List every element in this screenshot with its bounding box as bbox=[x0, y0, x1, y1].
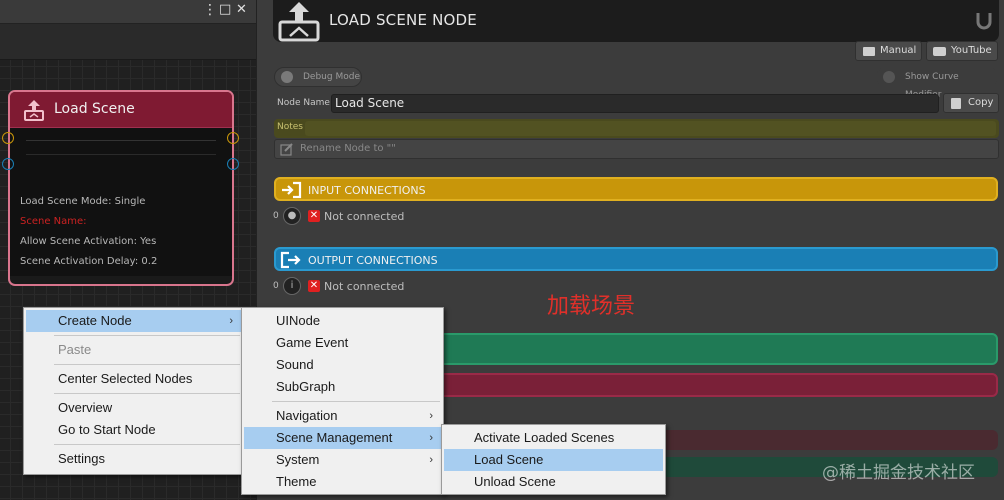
rename-node-placeholder: Rename Node to "" bbox=[300, 143, 396, 154]
submenu-item-load-scene[interactable]: Load Scene bbox=[444, 449, 663, 471]
node-line-delay: Scene Activation Delay: 0.2 bbox=[20, 256, 158, 267]
submenu-item-theme[interactable]: Theme bbox=[244, 471, 441, 493]
menu-separator bbox=[54, 444, 240, 445]
more-options-icon[interactable]: ⋮ bbox=[203, 2, 217, 18]
submenu-item-label: Navigation bbox=[276, 408, 338, 423]
chevron-right-icon: › bbox=[429, 454, 433, 466]
submenu-item-sound[interactable]: Sound bbox=[244, 354, 441, 376]
menu-item-create-node[interactable]: Create Node › bbox=[26, 310, 241, 332]
context-menu: Create Node › Paste Center Selected Nodes… bbox=[23, 307, 244, 475]
rename-node-field[interactable]: Rename Node to "" bbox=[274, 139, 999, 159]
copy-button-label: Copy bbox=[968, 97, 994, 108]
submenu-item-game-event[interactable]: Game Event bbox=[244, 332, 441, 354]
input-connections-section[interactable]: INPUT CONNECTIONS bbox=[274, 177, 998, 201]
create-node-submenu: UINode Game Event Sound SubGraph Navigat… bbox=[241, 307, 444, 495]
output-port-left[interactable] bbox=[2, 158, 14, 170]
menu-item-center-selected[interactable]: Center Selected Nodes bbox=[26, 368, 241, 390]
copy-button[interactable]: Copy bbox=[943, 93, 999, 113]
youtube-button-label: YouTube bbox=[951, 45, 992, 56]
not-connected-x-icon: ✕ bbox=[308, 280, 320, 292]
book-icon bbox=[863, 47, 875, 56]
node-title: Load Scene bbox=[54, 101, 135, 117]
node-header: Load Scene bbox=[10, 92, 232, 128]
toggle-knob bbox=[281, 71, 293, 83]
inspector-title: LOAD SCENE NODE bbox=[329, 11, 477, 29]
watermark-text: @稀土掘金技术社区 bbox=[822, 463, 975, 483]
youtube-icon bbox=[933, 47, 946, 56]
copy-icon bbox=[951, 98, 961, 109]
debug-mode-label: Debug Mode bbox=[303, 72, 360, 82]
edit-icon bbox=[280, 143, 293, 156]
menu-separator bbox=[54, 393, 240, 394]
load-scene-icon bbox=[24, 100, 44, 121]
menu-separator bbox=[54, 335, 240, 336]
not-connected-x-icon: ✕ bbox=[308, 210, 320, 222]
submenu-item-unload-scene[interactable]: Unload Scene bbox=[444, 471, 663, 493]
input-arrow-icon bbox=[282, 181, 302, 199]
close-icon[interactable]: ✕ bbox=[236, 2, 247, 17]
debug-mode-toggle[interactable]: Debug Mode bbox=[274, 67, 362, 87]
node-line-scene-name: Scene Name: bbox=[20, 216, 87, 227]
notes-input[interactable] bbox=[305, 121, 996, 136]
input-port-left[interactable] bbox=[2, 132, 14, 144]
menu-item-label: Create Node bbox=[58, 313, 132, 328]
node-name-label: Node Name bbox=[277, 98, 330, 108]
output-count: 0 bbox=[273, 281, 279, 291]
load-scene-header-icon bbox=[278, 2, 320, 42]
menu-item-paste: Paste bbox=[58, 342, 92, 357]
submenu-item-activate-loaded-scenes[interactable]: Activate Loaded Scenes bbox=[444, 427, 663, 449]
toggle-knob bbox=[883, 71, 895, 83]
youtube-button[interactable]: YouTube bbox=[926, 41, 998, 61]
chevron-right-icon: › bbox=[229, 315, 233, 327]
menu-item-go-to-start[interactable]: Go to Start Node bbox=[26, 419, 241, 441]
menu-separator bbox=[272, 401, 440, 402]
manual-button-label: Manual bbox=[880, 45, 917, 56]
menu-item-settings[interactable]: Settings bbox=[26, 448, 241, 470]
submenu-item-system[interactable]: System › bbox=[244, 449, 441, 471]
input-connections-title: INPUT CONNECTIONS bbox=[308, 184, 426, 197]
menu-separator bbox=[54, 364, 240, 365]
output-port-right[interactable] bbox=[227, 158, 239, 170]
scene-management-submenu: Activate Loaded Scenes Load Scene Unload… bbox=[441, 424, 666, 495]
graph-toolbar: ⋮ □ ✕ bbox=[0, 0, 256, 24]
input-count: 0 bbox=[273, 211, 279, 221]
unity-logo-icon bbox=[976, 13, 992, 30]
menu-item-overview[interactable]: Overview bbox=[26, 397, 241, 419]
output-arrow-icon bbox=[280, 251, 301, 269]
output-socket-icon: i bbox=[283, 277, 301, 295]
submenu-item-scene-management[interactable]: Scene Management › bbox=[244, 427, 441, 449]
notes-field[interactable]: Notes bbox=[274, 119, 999, 138]
submenu-item-uinode[interactable]: UINode bbox=[244, 310, 441, 332]
node-name-input[interactable]: Load Scene bbox=[331, 94, 939, 113]
chevron-right-icon: › bbox=[429, 432, 433, 444]
node-line-activation: Allow Scene Activation: Yes bbox=[20, 236, 157, 247]
manual-button[interactable]: Manual bbox=[855, 41, 922, 61]
curve-modifier-toggle[interactable]: Show Curve Modifier bbox=[876, 67, 998, 100]
input-port-right[interactable] bbox=[227, 132, 239, 144]
submenu-item-subgraph[interactable]: SubGraph bbox=[244, 376, 441, 398]
submenu-item-label: Scene Management bbox=[276, 430, 393, 445]
submenu-item-label: System bbox=[276, 452, 320, 467]
graph-header-strip bbox=[0, 24, 256, 60]
output-connections-section[interactable]: OUTPUT CONNECTIONS bbox=[274, 247, 998, 271]
load-scene-node[interactable]: Load Scene Load Scene Mode: Single Scene… bbox=[8, 90, 234, 286]
annotation-label: 加载场景 bbox=[547, 294, 636, 319]
notes-label: Notes bbox=[277, 122, 303, 132]
maximize-icon[interactable]: □ bbox=[219, 2, 231, 17]
submenu-item-navigation[interactable]: Navigation › bbox=[244, 405, 441, 427]
input-status: Not connected bbox=[324, 210, 405, 223]
input-socket-icon: ● bbox=[283, 207, 301, 225]
chevron-right-icon: › bbox=[429, 410, 433, 422]
output-status: Not connected bbox=[324, 280, 405, 293]
node-line-mode: Load Scene Mode: Single bbox=[20, 196, 146, 207]
output-connections-title: OUTPUT CONNECTIONS bbox=[308, 254, 438, 267]
node-body: Load Scene Mode: Single Scene Name: Allo… bbox=[10, 128, 232, 276]
